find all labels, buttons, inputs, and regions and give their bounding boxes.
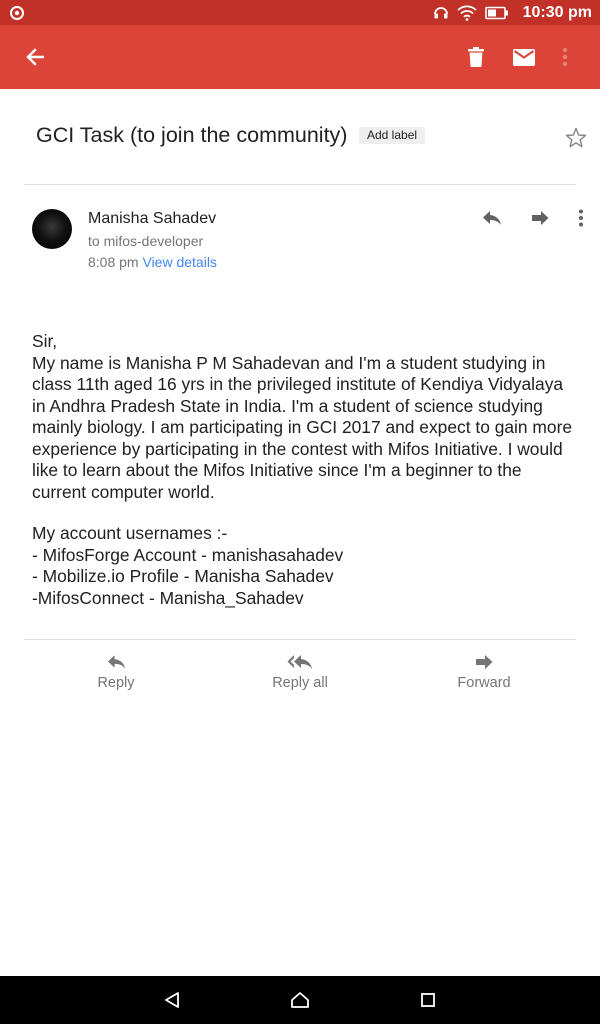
account-line: - Mobilize.io Profile - Manisha Sahadev [32, 566, 334, 586]
account-line: - MifosForge Account - manishasahadev [32, 544, 344, 565]
back-button[interactable] [19, 41, 51, 73]
body-paragraph: My name is Manisha P M Sahadevan and I'm… [32, 352, 573, 502]
delete-icon [468, 47, 484, 67]
app-bar [0, 25, 600, 89]
accounts-heading: My account usernames :- [32, 523, 228, 543]
app-notification-icon [10, 6, 24, 20]
message-time: 8:08 pm [88, 254, 139, 270]
overflow-menu-icon [562, 47, 568, 67]
headset-icon [433, 6, 448, 18]
nav-home-button[interactable] [288, 988, 312, 1012]
view-details-link[interactable]: View details [142, 254, 216, 270]
avatar[interactable] [32, 209, 72, 249]
reply-button[interactable]: Reply [56, 654, 176, 691]
home-icon [291, 992, 309, 1008]
subject-row: GCI Task (to join the community) Add lab… [0, 89, 600, 185]
system-nav-bar [0, 976, 600, 1024]
nav-back-button[interactable] [160, 988, 184, 1012]
overflow-menu-button[interactable] [549, 41, 581, 73]
sender-name: Manisha Sahadev [88, 210, 217, 227]
overflow-menu-icon [579, 209, 583, 227]
mark-unread-icon [513, 48, 535, 66]
star-icon[interactable] [564, 126, 588, 150]
forward-label: Forward [457, 675, 511, 691]
header-reply-button[interactable] [480, 206, 504, 230]
wifi-icon [457, 5, 477, 21]
message-overflow-button[interactable] [569, 206, 593, 230]
mark-unread-button[interactable] [508, 41, 540, 73]
reply-all-button[interactable]: Reply all [240, 654, 360, 691]
back-arrow-icon [26, 48, 44, 66]
forward-icon [532, 211, 549, 225]
status-bar: 10:30 pm [0, 0, 600, 25]
delete-button[interactable] [460, 41, 492, 73]
reply-icon [483, 211, 501, 225]
status-time: 10:30 pm [522, 3, 592, 21]
header-divider [24, 184, 576, 185]
message-meta: 8:08 pm View details [88, 254, 217, 270]
message-body: Sir, My name is Manisha P M Sahadevan an… [32, 331, 577, 609]
account-line: -MifosConnect - Manisha_Sahadev [32, 587, 304, 608]
body-greeting: Sir, [32, 331, 58, 351]
forward-button[interactable]: Forward [424, 654, 544, 691]
recipient-line: to mifos-developer [88, 233, 204, 249]
header-forward-button[interactable] [528, 206, 552, 230]
footer-actions: Reply Reply all Forward [0, 640, 600, 700]
recents-square-icon [421, 993, 435, 1007]
reply-label: Reply [97, 675, 135, 691]
add-label-button[interactable]: Add label [359, 127, 426, 144]
reply-icon [107, 655, 125, 669]
reply-all-icon [287, 655, 312, 669]
email-subject: GCI Task (to join the community) [36, 123, 348, 147]
nav-recents-button[interactable] [416, 988, 440, 1012]
battery-icon [484, 6, 508, 19]
back-triangle-icon [165, 992, 179, 1008]
reply-all-label: Reply all [272, 675, 328, 691]
forward-icon [476, 655, 493, 669]
